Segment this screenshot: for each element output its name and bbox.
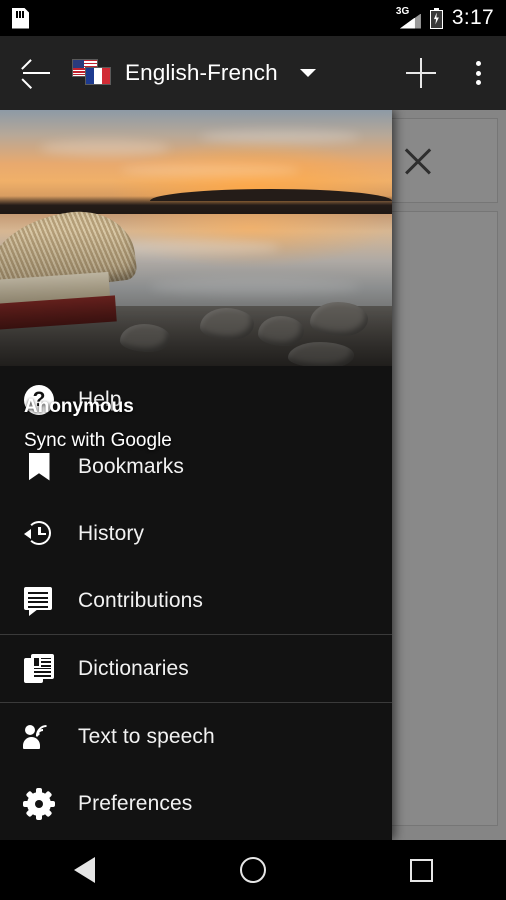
status-bar: 3G 3:17 [0,0,506,36]
account-sync-label[interactable]: Sync with Google [24,430,172,452]
french-flag-icon [85,67,111,85]
close-icon[interactable] [401,144,435,178]
drawer-header[interactable] [0,110,392,366]
drawer-item-label: History [78,522,144,546]
overflow-menu-button[interactable] [450,36,506,110]
back-button[interactable] [0,36,72,110]
square-recents-icon [410,859,433,882]
drawer-item-label: Dictionaries [78,657,189,681]
photo-cloud [120,164,300,177]
language-dropdown-button[interactable] [286,36,330,110]
chevron-down-icon [300,69,316,77]
photo-cloud [200,130,360,144]
english-french-flags-icon [72,58,116,88]
more-vertical-icon [476,61,481,85]
phone-screen: search field. by clicking vice and d (+)… [0,0,506,900]
arrow-left-icon [21,62,51,84]
battery-charging-icon [430,8,443,29]
drawer-item-label: Text to speech [78,725,215,749]
drawer-item-label: Preferences [78,792,192,816]
nav-home-button[interactable] [169,840,338,900]
library-books-icon [0,635,78,702]
photo-cloud [40,140,170,156]
triangle-back-icon [74,857,95,883]
circle-home-icon [240,857,266,883]
drawer-item-dictionaries[interactable]: Dictionaries [0,635,392,702]
drawer-item-text-to-speech[interactable]: Text to speech [0,703,392,770]
nav-recents-button[interactable] [337,840,506,900]
navigation-drawer: Anonymous Sync with Google ? Help Bookma… [0,110,392,840]
drawer-item-history[interactable]: History [0,500,392,567]
status-clock: 3:17 [452,6,494,30]
drawer-item-preferences[interactable]: Preferences [0,770,392,837]
text-to-speech-icon [0,703,78,770]
gear-icon [0,770,78,837]
android-navigation-bar [0,840,506,900]
nav-back-button[interactable] [0,840,169,900]
drawer-item-label: Contributions [78,589,203,613]
plus-icon [406,58,436,88]
signal-icon: 3G [396,8,421,29]
add-button[interactable] [392,36,450,110]
drawer-item-label: Bookmarks [78,455,184,479]
history-icon [0,500,78,567]
comment-lines-icon [0,567,78,634]
account-name: Anonymous [24,396,134,418]
page-title: English-French [125,60,278,86]
app-toolbar: English-French [0,36,506,110]
network-type-label: 3G [396,7,409,17]
header-gradient-overlay [0,230,392,366]
drawer-item-contributions[interactable]: Contributions [0,567,392,634]
sd-card-icon [12,8,29,29]
